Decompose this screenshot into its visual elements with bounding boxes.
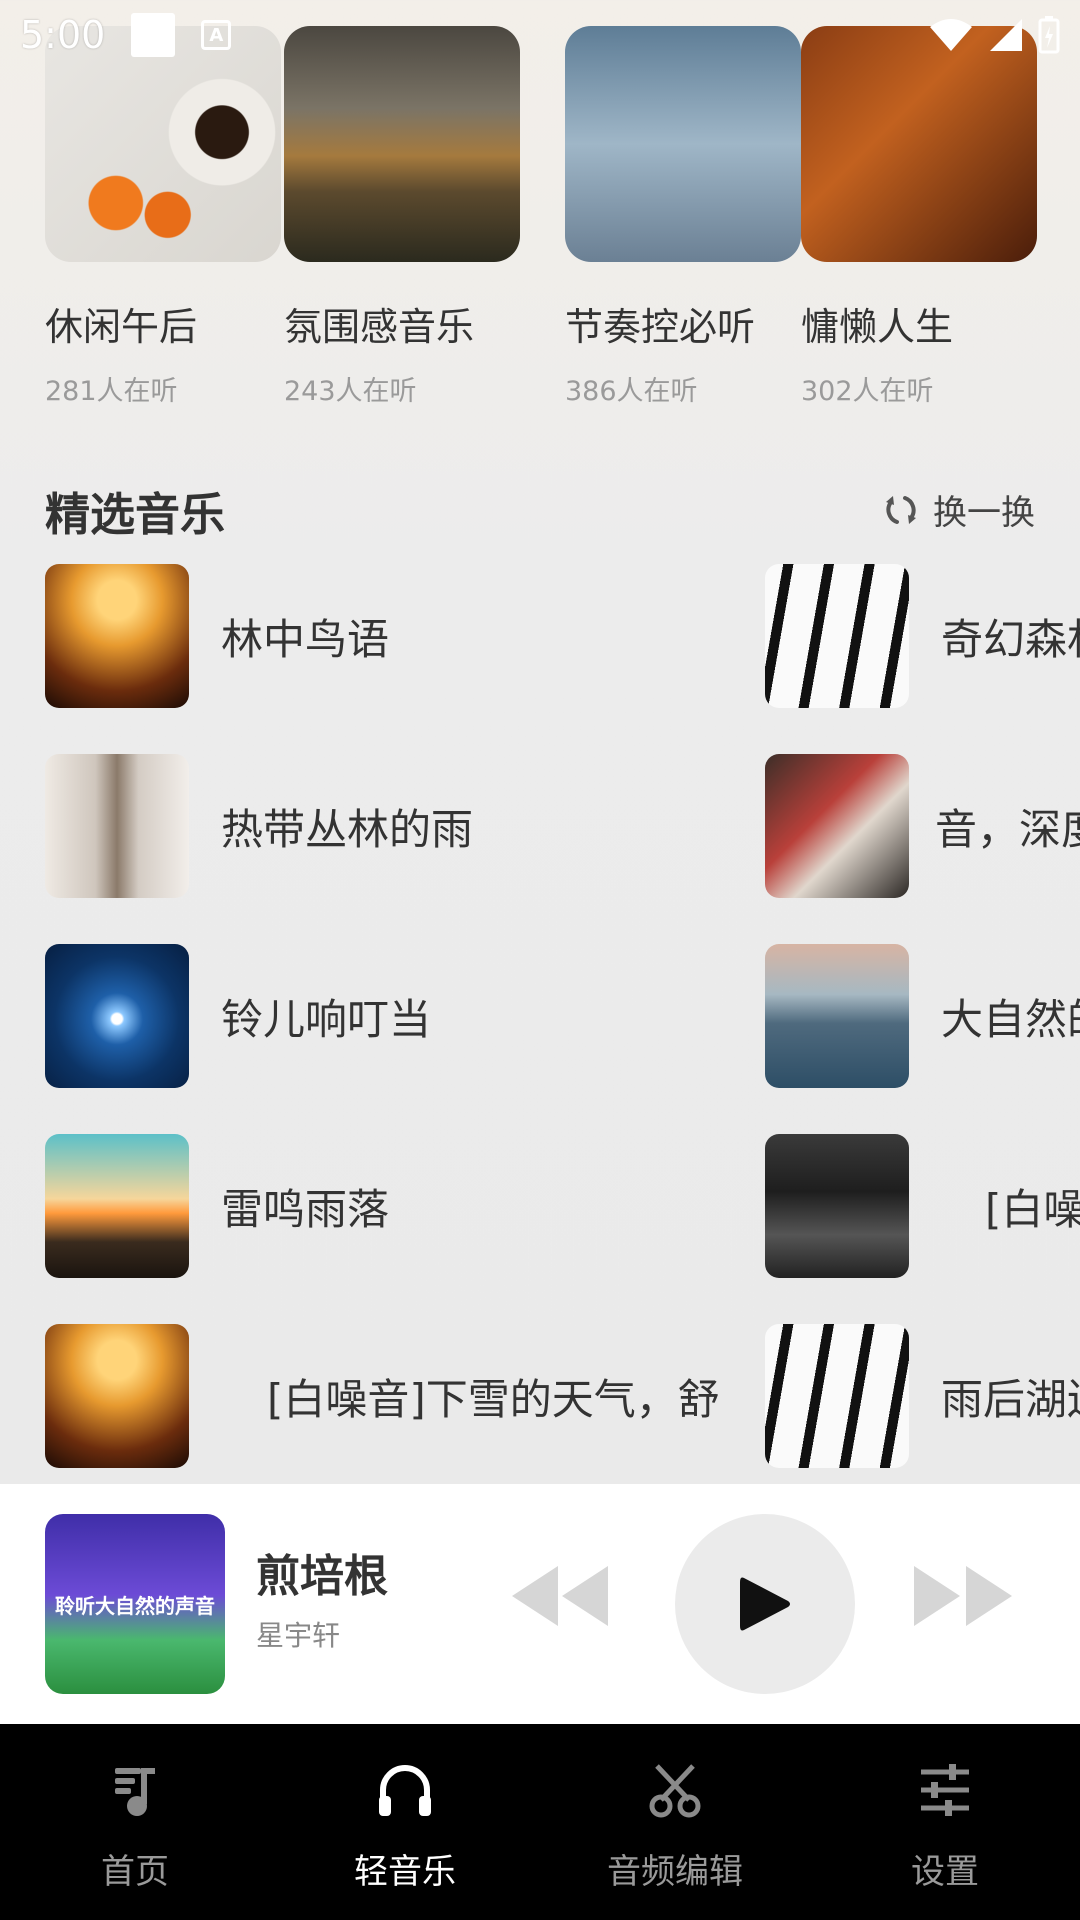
song-title: 奇幻森林 xyxy=(941,614,1080,664)
player-cover-text: 聆听大自然的声音 xyxy=(55,1593,215,1618)
wifi-icon xyxy=(930,19,972,51)
play-icon xyxy=(740,1577,790,1631)
tab-audio-edit-label: 音频编辑 xyxy=(607,1852,743,1892)
song-item[interactable]: 奇幻森林 xyxy=(765,564,1080,708)
playlist-title: 节奏控必听 xyxy=(565,305,756,349)
playlist-card[interactable]: 慵懒人生 302人在听 xyxy=(801,26,1037,408)
song-item[interactable]: 铃儿响叮当 xyxy=(45,944,431,1088)
song-title: 铃儿响叮当 xyxy=(221,994,432,1044)
tab-light-music[interactable]: 轻音乐 xyxy=(270,1724,540,1920)
play-button[interactable] xyxy=(675,1514,855,1694)
song-title: 大自然的 xyxy=(941,994,1080,1044)
song-item[interactable]: [白噪 xyxy=(765,1134,1080,1278)
tab-audio-edit[interactable]: 音频编辑 xyxy=(540,1724,810,1920)
playlist-listeners: 281人在听 xyxy=(45,376,178,407)
song-cover xyxy=(765,944,909,1088)
song-item[interactable]: 热带丛林的雨 xyxy=(45,754,473,898)
section-title: 精选音乐 xyxy=(45,488,226,541)
song-cover xyxy=(765,754,909,898)
song-title: [白噪 xyxy=(985,1184,1080,1234)
tab-light-music-label: 轻音乐 xyxy=(354,1852,456,1892)
notification-icon xyxy=(131,13,176,57)
headphones-icon xyxy=(373,1758,437,1822)
signal-icon xyxy=(990,19,1022,51)
song-item[interactable]: [白噪音]下雪的天气，舒 xyxy=(45,1324,720,1468)
song-title: 音，深度 xyxy=(935,804,1080,854)
playlist-row: 休闲午后 281人在听 氛围感音乐 243人在听 节奏控必听 386人在听 慵懒… xyxy=(0,26,1080,408)
playlist-title: 休闲午后 xyxy=(45,305,198,349)
song-cover xyxy=(45,1134,189,1278)
song-item[interactable]: 雨后湖边 xyxy=(765,1324,1080,1468)
playlist-title: 慵懒人生 xyxy=(801,305,954,349)
song-title: [白噪音]下雪的天气，舒 xyxy=(267,1374,720,1424)
refresh-icon xyxy=(886,495,916,524)
next-icon[interactable] xyxy=(914,1566,1018,1626)
song-item[interactable]: 雷鸣雨落 xyxy=(45,1134,389,1278)
song-cover xyxy=(45,564,189,708)
scissors-icon xyxy=(643,1758,707,1822)
song-title: 雨后湖边 xyxy=(941,1374,1080,1424)
playlist-card[interactable]: 氛围感音乐 243人在听 xyxy=(284,26,520,408)
tab-settings-label: 设置 xyxy=(911,1852,979,1892)
status-time: 5:00 xyxy=(20,13,106,57)
battery-icon xyxy=(1038,16,1060,54)
playlist-listeners: 386人在听 xyxy=(565,376,698,407)
refresh-button[interactable]: 换一换 xyxy=(883,485,1035,534)
refresh-label: 换一换 xyxy=(933,493,1035,533)
song-cover xyxy=(765,564,909,708)
player-title: 煎培根 xyxy=(256,1551,388,1602)
song-cover xyxy=(765,1134,909,1278)
song-item[interactable]: 林中鸟语 xyxy=(45,564,389,708)
song-cover xyxy=(45,1324,189,1468)
playlist-listeners: 243人在听 xyxy=(284,376,417,407)
song-cover xyxy=(45,944,189,1088)
status-bar: 5:00 A xyxy=(0,0,1080,70)
song-title: 热带丛林的雨 xyxy=(221,804,474,854)
tab-home-label: 首页 xyxy=(101,1852,169,1892)
playlist-card[interactable]: 节奏控必听 386人在听 xyxy=(565,26,801,408)
song-item[interactable]: 音，深度 xyxy=(765,754,1080,898)
song-title: 林中鸟语 xyxy=(221,614,390,664)
previous-icon[interactable] xyxy=(512,1566,616,1626)
song-cover xyxy=(765,1324,909,1468)
song-title: 雷鸣雨落 xyxy=(221,1184,390,1234)
music-note-icon xyxy=(103,1758,167,1822)
song-item[interactable]: 大自然的 xyxy=(765,944,1080,1088)
song-cover xyxy=(45,754,189,898)
sliders-icon xyxy=(913,1758,977,1822)
tab-settings[interactable]: 设置 xyxy=(810,1724,1080,1920)
keyboard-a-icon: A xyxy=(201,20,232,50)
mini-player[interactable]: 聆听大自然的声音 煎培根 星宇轩 xyxy=(0,1484,1080,1724)
playlist-listeners: 302人在听 xyxy=(801,376,934,407)
player-cover: 聆听大自然的声音 xyxy=(45,1514,225,1694)
tab-home[interactable]: 首页 xyxy=(0,1724,270,1920)
playlist-title: 氛围感音乐 xyxy=(284,305,475,349)
playlist-card[interactable]: 休闲午后 281人在听 xyxy=(45,26,281,408)
player-artist: 星宇轩 xyxy=(256,1619,341,1652)
bottom-nav: 首页 轻音乐 音频编辑 设置 xyxy=(0,1724,1080,1920)
